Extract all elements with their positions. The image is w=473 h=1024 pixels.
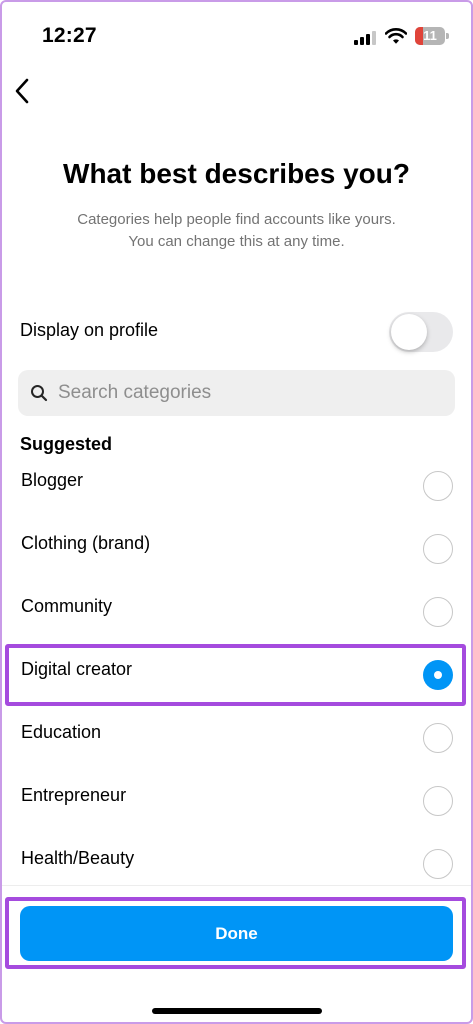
radio-button-selected[interactable]: [423, 660, 453, 690]
radio-button[interactable]: [423, 534, 453, 564]
category-item-education[interactable]: Education: [0, 708, 473, 771]
category-label: Education: [21, 722, 102, 742]
category-label: Digital creator: [21, 659, 133, 679]
display-on-profile-toggle[interactable]: [389, 312, 453, 352]
category-item-digital-creator[interactable]: Digital creator: [0, 645, 473, 708]
chevron-left-icon: [15, 78, 29, 104]
wifi-icon: [385, 28, 407, 44]
radio-button[interactable]: [423, 786, 453, 816]
radio-button[interactable]: [423, 471, 453, 501]
category-item-blogger[interactable]: Blogger: [0, 456, 473, 519]
battery-level: 11: [423, 28, 437, 43]
radio-button[interactable]: [423, 849, 453, 879]
radio-button[interactable]: [423, 723, 453, 753]
signal-icon: [354, 31, 376, 45]
display-on-profile-row: Display on profile: [20, 311, 453, 353]
search-bar[interactable]: [18, 370, 455, 416]
battery-icon: 11: [415, 27, 449, 45]
category-label: Community: [21, 596, 113, 616]
search-icon: [31, 385, 48, 402]
display-on-profile-label: Display on profile: [20, 320, 159, 340]
radio-button[interactable]: [423, 597, 453, 627]
suggested-heading: Suggested: [20, 434, 113, 454]
search-input[interactable]: [58, 370, 438, 416]
status-time: 12:27: [42, 24, 97, 47]
subtitle-line-1: Categories help people find accounts lik…: [77, 211, 396, 228]
status-bar: 12:27 11: [0, 0, 473, 70]
subtitle-line-2: You can change this at any time.: [128, 233, 345, 250]
home-indicator[interactable]: [152, 1008, 322, 1014]
category-label: Blogger: [21, 470, 84, 490]
page-subtitle: Categories help people find accounts lik…: [0, 209, 473, 253]
toggle-knob: [391, 314, 427, 350]
category-item-community[interactable]: Community: [0, 582, 473, 645]
page-title: What best describes you?: [63, 158, 410, 189]
category-label: Entrepreneur: [21, 785, 127, 805]
category-label: Health/Beauty: [21, 848, 135, 868]
category-item-clothing-brand[interactable]: Clothing (brand): [0, 519, 473, 582]
category-item-entrepreneur[interactable]: Entrepreneur: [0, 771, 473, 834]
back-button[interactable]: [8, 74, 36, 108]
category-label: Clothing (brand): [21, 533, 151, 553]
done-button[interactable]: Done: [20, 906, 453, 961]
